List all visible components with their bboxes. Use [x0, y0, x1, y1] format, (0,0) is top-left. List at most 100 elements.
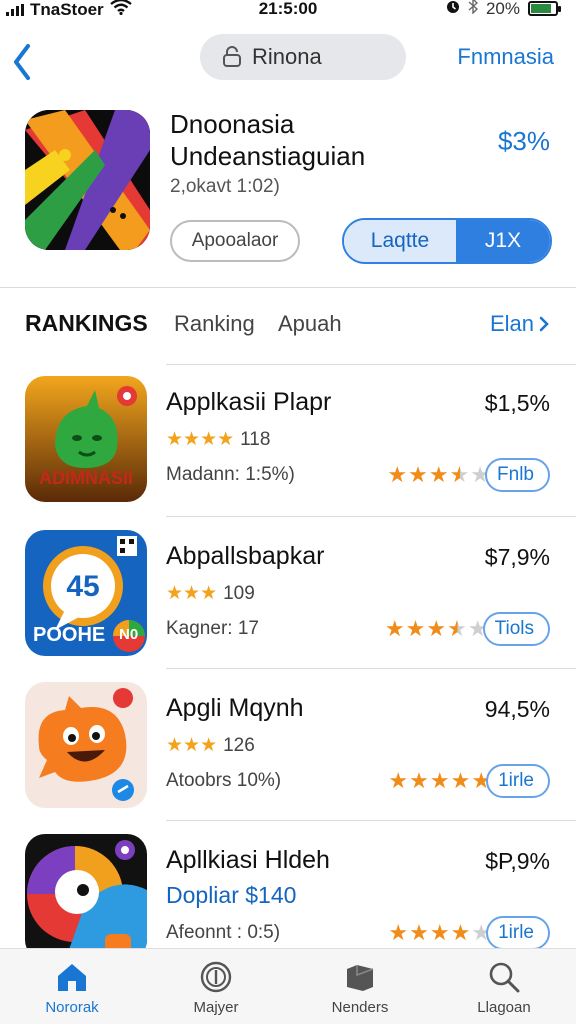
review-count: 118 — [240, 428, 271, 450]
tab-rankings[interactable]: RANKINGS — [25, 310, 148, 337]
bottom-tab-bar: Nororak Majyer Nenders Llagoan — [0, 948, 576, 1024]
see-all-label: Elan — [489, 311, 534, 336]
tab-search-label: Llagoan — [477, 999, 531, 1016]
star-icon: ★ — [447, 616, 468, 641]
app-name: Abpallsbapkar — [166, 542, 325, 570]
featured-subtitle: 2,okavt 1:02) — [170, 176, 280, 197]
star-rating: ★★★★★ — [388, 768, 492, 794]
tab-apps-label: Nenders — [331, 999, 389, 1016]
rating-control: ★★★★★ Tiols — [385, 612, 550, 646]
home-icon — [58, 964, 86, 991]
tab-games[interactable]: Majyer — [144, 949, 288, 1024]
star-rating: ★★★★★ — [385, 616, 489, 642]
rating-button[interactable]: 1irle — [486, 916, 550, 950]
app-row[interactable]: 45 POOHE N0 Abpallsbapkar $7,9% ★★★ 109 … — [0, 522, 576, 662]
mini-stars: ★★★ — [166, 735, 218, 756]
divider — [166, 820, 576, 821]
mini-rating: ★★★ 109 — [166, 582, 255, 605]
rankings-tabs: RANKINGS Ranking Apuah Elan — [0, 306, 576, 346]
featured-app: Dnoonasia Undeanstiaguian 2,okavt 1:02) … — [0, 104, 576, 284]
star-icon: ★ — [384, 616, 406, 641]
star-icon: ★ — [450, 768, 472, 793]
featured-title: Dnoonasia Undeanstiaguian — [170, 108, 365, 172]
app-name: Apllkiasi Hldeh — [166, 846, 330, 874]
featured-primary-button[interactable]: Laqtte — [344, 220, 456, 262]
featured-app-icon[interactable] — [25, 110, 150, 250]
battery-icon — [528, 1, 561, 16]
app-row[interactable]: Apgli Mqynh 94,5% ★★★ 126 Atoobrs 10%) ★… — [0, 674, 576, 814]
star-icon: ★ — [450, 920, 472, 945]
star-icon: ★ — [388, 768, 410, 793]
star-icon: ★ — [405, 616, 427, 641]
icon-label: POOHE — [33, 624, 106, 646]
search-icon — [489, 962, 520, 993]
tab-home-label: Nororak — [45, 999, 99, 1016]
featured-title-line2: Undeanstiaguian — [170, 141, 366, 171]
tab-apuah[interactable]: Apuah — [278, 311, 342, 337]
star-icon: ★ — [388, 920, 410, 945]
rating-control: ★★★★★ 1irle — [388, 916, 550, 950]
battery-percent: 20% — [485, 0, 520, 18]
icon-label: ADIMNASII — [39, 468, 133, 488]
chevron-left-icon — [14, 44, 30, 80]
app-row[interactable]: ADIMNASII Applkasii Plapr $1,5% ★★★★ 118… — [0, 368, 576, 508]
rating-button[interactable]: 1irle — [486, 764, 550, 798]
star-icon: ★ — [408, 462, 429, 487]
tab-search[interactable]: Llagoan — [432, 949, 576, 1024]
svg-text:45: 45 — [66, 570, 99, 603]
app-meta: Afeonnt : 0:5) — [166, 922, 281, 943]
rating-control: ★★★★★ 1irle — [388, 764, 550, 798]
mini-stars: ★★★ — [166, 583, 218, 604]
compass-icon — [200, 961, 232, 993]
chevron-right-icon — [539, 316, 549, 332]
star-icon: ★ — [426, 616, 448, 641]
app-meta: Atoobrs 10%) — [166, 770, 282, 791]
star-rating: ★★★★★ — [388, 920, 492, 946]
alarm-icon — [446, 0, 460, 19]
featured-secondary-button[interactable]: J1X — [456, 220, 550, 262]
tab-ranking[interactable]: Ranking — [174, 311, 255, 337]
back-button[interactable] — [6, 36, 40, 80]
divider — [166, 516, 576, 517]
nav-right-link[interactable]: Fnmnasia — [457, 44, 554, 70]
nav-bar: Rinona Fnmnasia — [0, 30, 576, 86]
status-bar: TnaStoer 21:5:00 20% — [0, 0, 576, 20]
star-rating: ★★★★★ — [387, 462, 491, 488]
icon-badge: N0 — [119, 626, 139, 643]
featured-title-line1: Dnoonasia — [170, 109, 295, 139]
rating-button[interactable]: Fnlb — [485, 458, 550, 492]
tab-home[interactable]: Nororak — [0, 949, 144, 1024]
lock-icon — [223, 46, 241, 67]
app-name: Applkasii Plapr — [166, 388, 332, 416]
app-price: $7,9% — [484, 544, 550, 570]
bluetooth-icon — [468, 0, 478, 19]
rating-control: ★★★★★ Fnlb — [387, 458, 550, 492]
app-meta: Madann: 1:5%) — [166, 464, 295, 485]
star-icon: ★ — [428, 462, 450, 487]
star-icon: ★ — [449, 462, 471, 487]
star-icon: ★ — [409, 920, 430, 945]
search-pill[interactable]: Rinona — [200, 34, 406, 80]
app-price: $1,5% — [484, 390, 550, 416]
star-icon: ★ — [429, 920, 451, 945]
featured-outline-button[interactable]: Apooalaor — [170, 220, 300, 262]
star-icon: ★ — [429, 768, 451, 793]
promo-price: Dopliar $140 — [166, 882, 297, 908]
divider — [0, 287, 576, 288]
review-count: 126 — [223, 734, 255, 756]
star-icon: ★ — [387, 462, 409, 487]
tab-games-label: Majyer — [193, 999, 239, 1016]
featured-action-group: Laqtte J1X — [342, 218, 552, 264]
smiley-blob-icon — [25, 682, 147, 808]
app-price: 94,5% — [484, 696, 550, 722]
app-row[interactable]: Apllkiasi Hldeh $P,9% Dopliar $140 Afeon… — [0, 826, 576, 966]
app-meta: Kagner: 17 — [166, 618, 259, 639]
mini-rating: ★★★★ 118 — [166, 428, 270, 451]
search-text: Rinona — [252, 44, 322, 69]
green-creature-icon: ADIMNASII — [25, 376, 147, 502]
see-all-link[interactable]: Elan — [490, 311, 550, 337]
rating-button[interactable]: Tiols — [482, 612, 550, 646]
review-count: 109 — [223, 582, 255, 604]
star-icon: ★ — [409, 768, 430, 793]
tab-apps[interactable]: Nenders — [288, 949, 432, 1024]
